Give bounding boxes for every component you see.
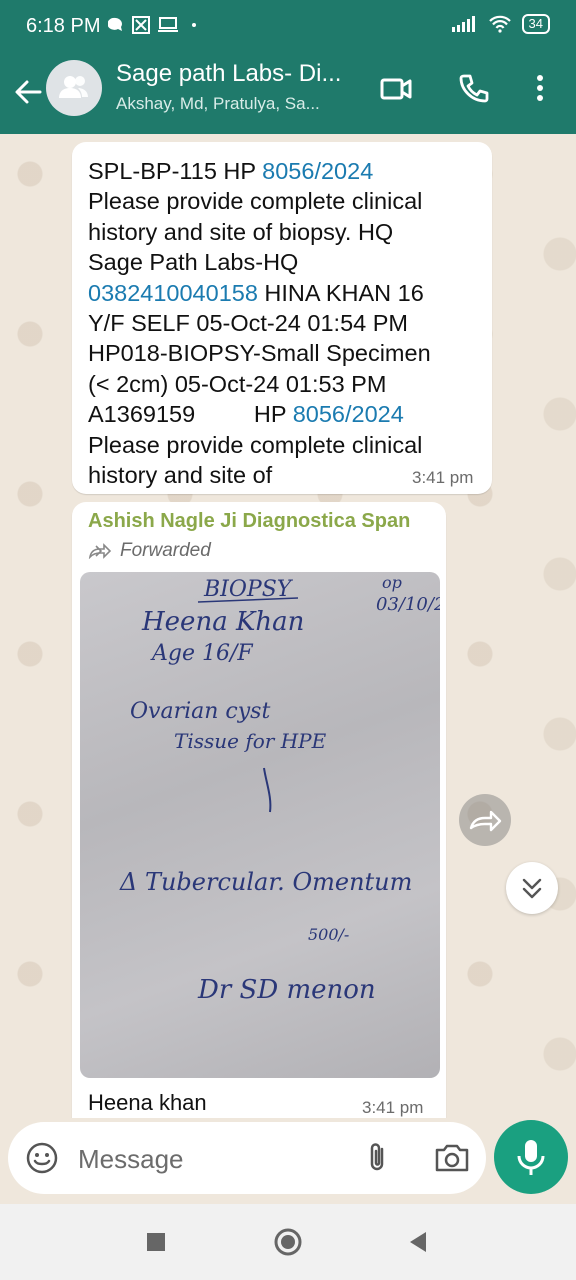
chat-notification-icon <box>108 17 122 31</box>
note-line: Δ Tubercular. Omentum <box>119 868 412 896</box>
emoji-icon[interactable] <box>24 1140 60 1176</box>
voice-message-button[interactable] <box>494 1120 568 1194</box>
biopsy-note-photo[interactable]: BIOPSY op 03/10/2 Heena Khan Age 16/F Ov… <box>80 572 440 1078</box>
message-line: Y/F SELF 05-Oct-24 01:54 PM <box>88 310 408 337</box>
message-input-bar <box>8 1122 486 1194</box>
message-link[interactable]: 8056/2024 <box>262 158 373 184</box>
wifi-icon <box>488 15 511 33</box>
message-link[interactable]: 8056/2024 <box>293 401 404 427</box>
message-bubble[interactable]: SPL-BP-115 HP 8056/2024 Please provide c… <box>72 142 492 494</box>
message-line: A1369159 HP <box>88 401 293 428</box>
note-line: Dr SD menon <box>197 975 376 1005</box>
note-line: 500/- <box>308 925 349 944</box>
double-chevron-down-icon <box>522 878 542 899</box>
signal-icon <box>451 16 475 32</box>
system-nav-bar <box>0 1204 576 1280</box>
note-line: Age 16/F <box>150 641 253 666</box>
message-text: SPL-BP-115 HP 8056/2024 Please provide c… <box>88 156 488 490</box>
sender-name[interactable]: Ashish Nagle Ji Diagnostica Span <box>88 510 410 533</box>
group-icon <box>59 76 88 98</box>
note-line: Ovarian cyst <box>130 699 270 724</box>
message-time: 3:41 pm <box>412 468 474 487</box>
message-line: history and site of biopsy. HQ <box>88 218 394 245</box>
attachment-icon[interactable] <box>360 1140 396 1176</box>
note-line: 03/10/2 <box>376 594 440 615</box>
status-time: 6:18 PM <box>26 15 101 37</box>
cast-icon <box>158 17 178 32</box>
app-notification-icon <box>132 16 150 34</box>
forward-message-button[interactable] <box>459 794 511 846</box>
message-link[interactable]: 0382410040158 <box>88 280 258 306</box>
note-line: Tissue for HPE <box>174 729 327 753</box>
forwarded-icon <box>88 543 112 559</box>
scroll-to-bottom-button[interactable] <box>506 862 558 914</box>
forwarded-label: Forwarded <box>88 540 211 562</box>
forwarded-image-message[interactable]: Ashish Nagle Ji Diagnostica Span Forward… <box>72 502 446 1118</box>
note-line: Heena Khan <box>141 607 304 637</box>
status-bar: 6:18 PM 34 <box>0 0 576 56</box>
message-line: (< 2cm) 05-Oct-24 01:53 PM <box>88 370 387 397</box>
home-circle-icon[interactable] <box>272 1226 304 1258</box>
message-input[interactable] <box>76 1140 330 1178</box>
share-forward-icon <box>469 810 502 832</box>
image-caption: Heena khan <box>88 1090 207 1115</box>
recents-square-icon[interactable] <box>140 1226 172 1258</box>
message-line: Please provide complete clinical <box>88 188 423 215</box>
back-arrow-icon[interactable] <box>10 74 46 110</box>
video-call-icon[interactable] <box>376 68 416 108</box>
chat-participants[interactable]: Akshay, Md, Pratulya, Sa... <box>116 94 320 114</box>
group-avatar[interactable] <box>46 60 102 116</box>
more-options-icon[interactable] <box>520 68 560 108</box>
battery-indicator: 34 <box>521 14 550 34</box>
message-line: SPL-BP-115 HP <box>88 158 263 184</box>
chat-messages-area[interactable]: SPL-BP-115 HP 8056/2024 Please provide c… <box>0 134 576 1118</box>
chat-header: Sage path Labs- Di... Akshay, Md, Pratul… <box>0 56 576 134</box>
microphone-icon <box>517 1140 545 1175</box>
back-triangle-icon[interactable] <box>402 1226 434 1258</box>
chat-title[interactable]: Sage path Labs- Di... <box>116 60 341 88</box>
voice-call-icon[interactable] <box>454 68 494 108</box>
message-line: HINA KHAN 16 <box>257 279 424 306</box>
message-line: Please provide complete clinical <box>88 431 423 458</box>
handwritten-note-image: BIOPSY op 03/10/2 Heena Khan Age 16/F Ov… <box>119 573 440 1005</box>
forwarded-text: Forwarded <box>120 540 211 561</box>
message-line: Sage Path Labs-HQ <box>88 249 299 276</box>
note-line: op <box>382 573 402 592</box>
camera-icon[interactable] <box>432 1140 472 1176</box>
dot-icon <box>192 23 196 27</box>
message-time: 3:41 pm <box>362 1098 424 1117</box>
message-line: HP018-BIOPSY-Small Specimen <box>88 340 431 367</box>
